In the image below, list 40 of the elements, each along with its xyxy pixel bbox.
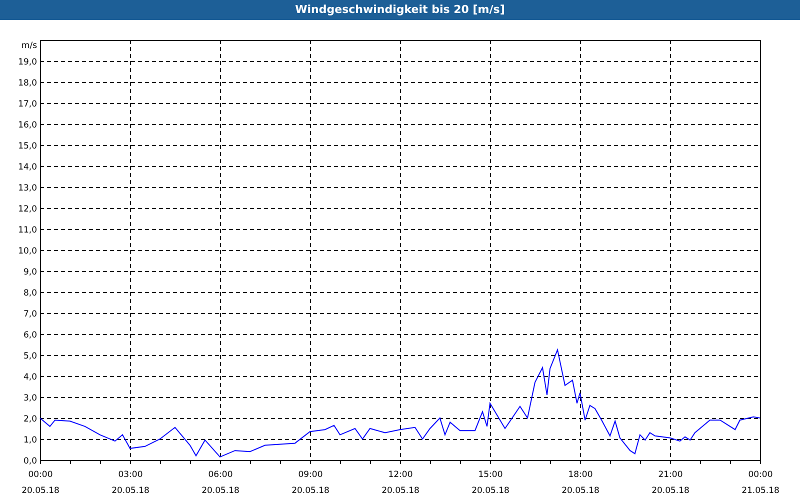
y-tick-label: 2,0 [23,414,37,424]
window-title: Windgeschwindigkeit bis 20 [m/s] [0,0,800,20]
x-tick-date: 20.05.18 [472,486,510,496]
y-tick-label: 5,0 [23,352,37,362]
x-tick-label: 06:00 [208,470,233,480]
y-tick-label: 1,0 [23,436,37,446]
x-tick-date: 20.05.18 [22,486,60,496]
x-tick-date: 20.05.18 [292,486,330,496]
y-tick-label: 7,0 [23,310,37,320]
x-tick-date: 21.05.18 [742,486,780,496]
x-tick-label: 21:00 [658,470,683,480]
y-tick-label: 13,0 [18,184,37,194]
x-tick-date: 20.05.18 [112,486,150,496]
y-tick-label: 8,0 [23,288,37,298]
x-tick-label: 00:00 [28,470,53,480]
y-tick-label: 11,0 [18,226,37,236]
y-tick-label: 17,0 [18,100,37,110]
y-tick-label: 9,0 [23,268,37,278]
x-tick-date: 20.05.18 [382,486,420,496]
x-tick-date: 20.05.18 [562,486,600,496]
y-tick-label: 12,0 [18,204,37,214]
y-tick-label: 3,0 [23,394,37,404]
x-tick-label: 12:00 [388,470,413,480]
y-tick-label: 16,0 [18,120,37,130]
x-tick-label: 00:00 [748,470,773,480]
x-tick-label: 18:00 [568,470,593,480]
x-tick-date: 20.05.18 [202,486,240,496]
y-tick-label: 19,0 [18,58,37,68]
y-tick-label: 6,0 [23,330,37,340]
y-tick-label: 14,0 [18,162,37,172]
x-tick-date: 20.05.18 [652,486,690,496]
x-tick-label: 03:00 [118,470,143,480]
y-tick-label: 15,0 [18,142,37,152]
y-axis-unit: m/s [21,41,37,51]
y-tick-label: 18,0 [18,78,37,88]
x-tick-label: 15:00 [478,470,503,480]
x-tick-label: 09:00 [298,470,323,480]
y-tick-label: 0,0 [23,456,37,466]
y-tick-label: 10,0 [18,246,37,256]
y-tick-label: 4,0 [23,372,37,382]
